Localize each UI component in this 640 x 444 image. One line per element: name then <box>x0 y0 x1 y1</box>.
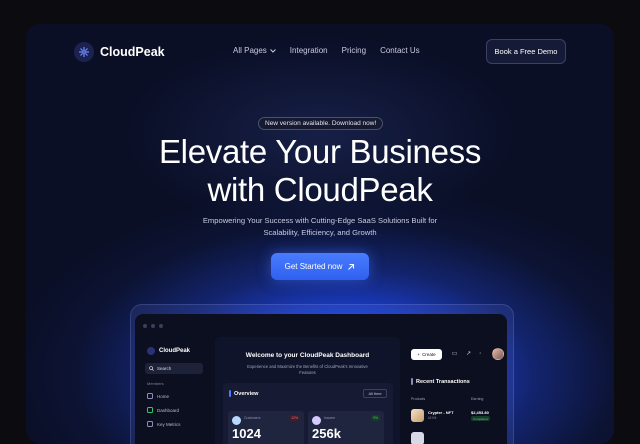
table-row[interactable]: Crypter - NFT UI Kit $2,453.80 Completed <box>409 407 505 423</box>
user-avatar[interactable] <box>492 348 504 360</box>
column-header-earning: Earning <box>471 397 484 401</box>
transactions-title-label: Recent Transactions <box>416 378 470 385</box>
new-version-badge[interactable]: New version available. Download now! <box>258 117 384 130</box>
get-started-button[interactable]: Get Started now <box>271 253 369 280</box>
search-icon <box>149 366 154 371</box>
table-row[interactable] <box>409 430 505 444</box>
dashboard-search[interactable]: Search <box>145 363 203 374</box>
dashboard-preview: CloudPeak Search Members Home Dashboard … <box>135 314 507 444</box>
nav-menu: All Pages Integration Pricing Contact Us <box>233 46 420 55</box>
search-label: Search <box>157 366 172 371</box>
brand-name: CloudPeak <box>100 45 165 59</box>
get-started-label: Get Started now <box>284 262 343 271</box>
dashboard-brand-name: CloudPeak <box>159 348 191 354</box>
plus-icon: + <box>417 352 421 357</box>
book-demo-button[interactable]: Book a Free Demo <box>486 39 566 64</box>
stat-change-badge: 12% <box>289 415 300 421</box>
sidebar-item-home[interactable]: Home <box>147 393 169 399</box>
top-navbar: CloudPeak All Pages Integration Pricing … <box>26 24 614 80</box>
bell-icon[interactable]: ◦ <box>477 351 484 358</box>
column-header-products: Products <box>411 397 426 401</box>
overview-title-label: Overview <box>234 390 259 397</box>
hero-title-line1: Elevate Your Business <box>158 133 482 170</box>
metrics-icon <box>147 421 153 427</box>
earning-amount: $2,453.80 <box>471 410 489 415</box>
avatar <box>232 416 241 425</box>
product-name: Crypter - NFT <box>428 410 454 415</box>
calendar-icon[interactable]: ▭ <box>451 351 458 358</box>
hero-subtitle-line1: Empowering Your Success with Cutting-Edg… <box>202 216 438 225</box>
product-thumbnail <box>411 409 424 422</box>
create-button[interactable]: + Create <box>411 349 442 360</box>
dashboard-right-panel: + Create ▭ ↗ ◦ Recent Transactions Produ… <box>405 337 505 444</box>
dashboard-icon <box>147 407 153 413</box>
create-label: Create <box>422 352 436 357</box>
overview-title: Overview <box>229 390 258 397</box>
home-icon <box>147 393 153 399</box>
chevron-down-icon <box>269 48 276 53</box>
stat-card-customers: Customers 12% 1024 <box>228 411 304 444</box>
nav-item-contact[interactable]: Contact Us <box>380 46 420 55</box>
window-dots <box>143 324 163 328</box>
stat-change-badge: 9% <box>371 415 380 421</box>
dashboard-main: Welcome to your CloudPeak Dashboard Expe… <box>215 337 400 444</box>
nav-item-pricing[interactable]: Pricing <box>342 46 366 55</box>
logo-mark-icon <box>74 42 94 62</box>
arrow-up-right-icon <box>348 263 355 270</box>
status-badge: Completed <box>471 416 490 421</box>
time-filter-select[interactable]: All time <box>363 389 387 398</box>
sidebar-item-label: Dashboard <box>157 407 180 413</box>
hero-subtitle-line2: Scalability, Efficiency, and Growth <box>263 228 377 237</box>
dashboard-logo-icon <box>147 347 155 355</box>
stat-label: Customers <box>244 416 261 420</box>
nav-item-label: All Pages <box>233 46 267 55</box>
sidebar-item-dashboard[interactable]: Dashboard <box>147 407 179 413</box>
nav-item-all-pages[interactable]: All Pages <box>233 46 276 55</box>
sidebar-item-label: Home <box>157 393 170 399</box>
sidebar-item-label: Key Metrics <box>157 421 181 427</box>
share-icon[interactable]: ↗ <box>465 351 472 358</box>
dashboard-sidebar: CloudPeak Search Members Home Dashboard … <box>142 337 212 444</box>
avatar <box>312 416 321 425</box>
stat-card-income: Income 9% 256k <box>308 411 384 444</box>
page-frame: CloudPeak All Pages Integration Pricing … <box>26 24 614 444</box>
sidebar-item-key-metrics[interactable]: Key Metrics <box>147 421 181 427</box>
product-sub: UI Kit <box>428 416 437 420</box>
stat-label: Income <box>324 416 336 420</box>
hero-title-line2: with CloudPeak <box>207 171 433 208</box>
sidebar-section-label: Members <box>147 381 164 386</box>
brand-logo[interactable]: CloudPeak <box>74 42 165 62</box>
nav-item-integration[interactable]: Integration <box>290 46 328 55</box>
welcome-title: Welcome to your CloudPeak Dashboard <box>245 352 370 359</box>
welcome-subtitle: Experience and Maximize the Benefits of … <box>247 364 368 375</box>
overview-card: Overview All time Customers 12% 1024 Inc… <box>223 383 393 444</box>
transactions-title: Recent Transactions <box>411 378 470 385</box>
dashboard-brand: CloudPeak <box>147 347 190 355</box>
